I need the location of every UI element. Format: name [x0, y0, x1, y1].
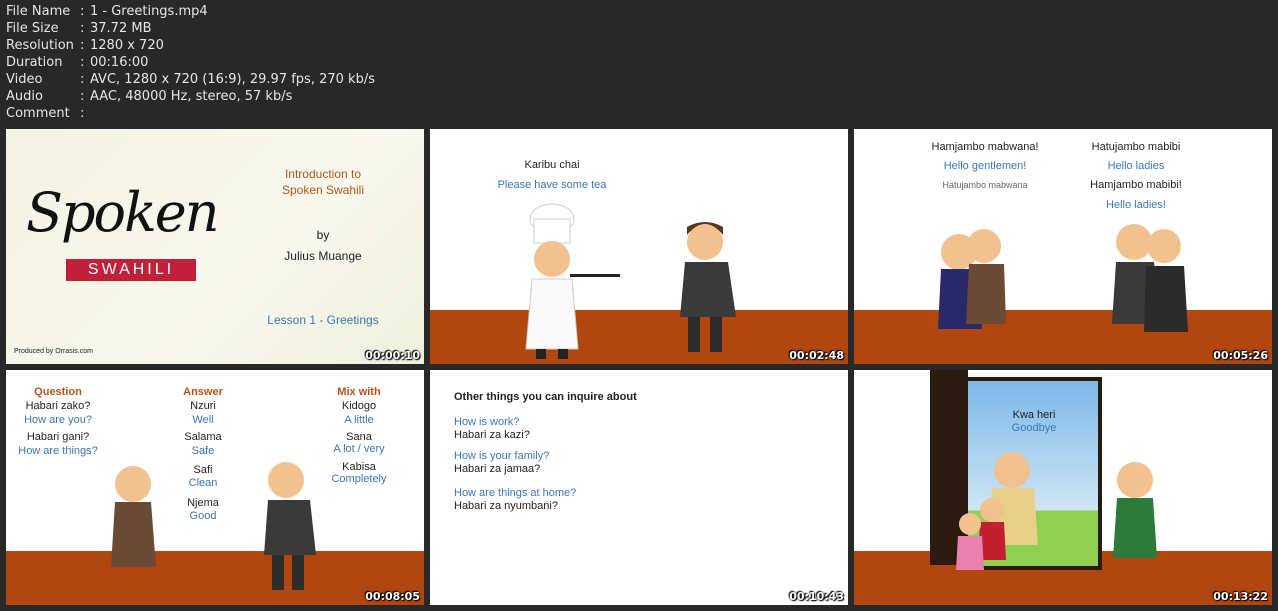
meta-row-file-name: File Name:1 - Greetings.mp4: [6, 4, 208, 19]
answer-1-translation: Well: [192, 414, 214, 426]
answer-2-translation: Safe: [191, 445, 215, 457]
meta-row-audio: Audio: AAC, 48000 Hz, stereo, 57 kb/s: [6, 89, 293, 104]
inquiry-1-swahili: Habari za kazi?: [454, 429, 530, 441]
inquiries-heading: Other things you can inquire about: [454, 391, 637, 403]
answer-2: Salama: [184, 431, 222, 443]
question-2: Habari gani?: [26, 431, 90, 443]
family-characters: [956, 452, 1038, 570]
women-characters: [938, 229, 1006, 329]
mix-1: Kidogo: [341, 400, 377, 412]
lesson-label: Lesson 1 - Greetings: [267, 313, 379, 327]
mix-3-translation: Completely: [331, 473, 387, 485]
greeting-left-1: Hamjambo mabwana!: [931, 141, 1039, 153]
logo-script: Spoken: [26, 181, 220, 244]
thumbnail-5[interactable]: Other things you can inquire about How i…: [430, 370, 848, 605]
waving-woman-character: [1113, 462, 1157, 558]
inquiry-2: How is your family?: [454, 450, 550, 462]
thumbnail-4[interactable]: Question Habari zako? How are you? Habar…: [6, 370, 424, 605]
answer-4-translation: Good: [189, 510, 217, 522]
credit-label: Produced by Orrasis.com: [14, 348, 93, 355]
men-characters: [1112, 224, 1188, 332]
question-1: Habari zako?: [25, 400, 91, 412]
timestamp: 00:05:26: [1213, 349, 1268, 362]
answer-3-translation: Clean: [188, 477, 218, 489]
author-name: Julius Muange: [284, 249, 362, 263]
meta-row-comment: Comment:: [6, 106, 85, 121]
timestamp: 00:13:22: [1213, 590, 1268, 603]
title-line-2: Spoken Swahili: [281, 183, 365, 197]
swahili-line: Kwa heri: [1012, 409, 1056, 421]
inquiry-3: How are things at home?: [454, 487, 577, 499]
man-character: [680, 222, 736, 352]
timestamp: 00:00:10: [365, 349, 420, 362]
meta-row-duration: Duration:00:16:00: [6, 55, 149, 70]
english-line: Goodbye: [1011, 422, 1057, 434]
thumbnail-1[interactable]: Spoken SWAHILI Introduction to Spoken Sw…: [6, 129, 424, 364]
greeting-right-3: Hamjambo mabibi!: [1090, 179, 1182, 191]
answer-heading: Answer: [183, 386, 223, 398]
question-heading: Question: [34, 386, 82, 398]
file-metadata: File Name:1 - Greetings.mp4 File Size:37…: [6, 3, 375, 122]
timestamp: 00:02:48: [789, 349, 844, 362]
mix-2-translation: A lot / very: [333, 443, 385, 455]
logo-banner: SWAHILI: [66, 259, 196, 281]
mix-1-translation: A little: [344, 414, 374, 426]
floor: [430, 310, 848, 364]
greeting-right-4: Hello ladies!: [1106, 199, 1166, 211]
floor: [6, 551, 424, 605]
swahili-line: Karibu chai: [524, 159, 580, 171]
mix-heading: Mix with: [337, 386, 381, 398]
timestamp: 00:08:05: [365, 590, 420, 603]
inquiry-2-swahili: Habari za jamaa?: [454, 463, 541, 475]
meta-row-resolution: Resolution:1280 x 720: [6, 38, 164, 53]
meta-row-file-size: File Size:37.72 MB: [6, 21, 152, 36]
greeting-left-2: Hello gentlemen!: [943, 160, 1027, 172]
question-2-translation: How are things?: [18, 445, 98, 457]
greeting-right-1: Hatujambo mabibi: [1091, 141, 1181, 153]
english-line: Please have some tea: [497, 179, 607, 191]
mix-3: Kabisa: [342, 461, 376, 473]
timestamp: 00:10:43: [789, 590, 844, 603]
woman-character: [111, 466, 156, 567]
inquiry-3-swahili: Habari za nyumbani?: [454, 500, 558, 512]
greeting-right-2: Hello ladies: [1107, 160, 1165, 172]
answer-4: Njema: [187, 497, 219, 509]
chef-character: [525, 203, 620, 359]
mix-2: Sana: [346, 431, 372, 443]
greeting-left-3: Hatujambo mabwana: [942, 180, 1028, 190]
thumbnail-3[interactable]: Hamjambo mabwana! Hello gentlemen! Hatuj…: [854, 129, 1272, 364]
title-line-1: Introduction to: [284, 167, 362, 181]
answer-1: Nzuri: [190, 400, 216, 412]
meta-row-video: Video: AVC, 1280 x 720 (16:9), 29.97 fps,…: [6, 72, 375, 87]
thumbnail-6[interactable]: Kwa heri Goodbye 00:13:22: [854, 370, 1272, 605]
man-character: [264, 462, 316, 590]
thumbnail-2[interactable]: Karibu chai Please have some tea 00:02:4…: [430, 129, 848, 364]
by-label: by: [316, 228, 330, 242]
answer-3: Safi: [193, 464, 213, 476]
question-1-translation: How are you?: [24, 414, 92, 426]
inquiry-1: How is work?: [454, 416, 520, 428]
